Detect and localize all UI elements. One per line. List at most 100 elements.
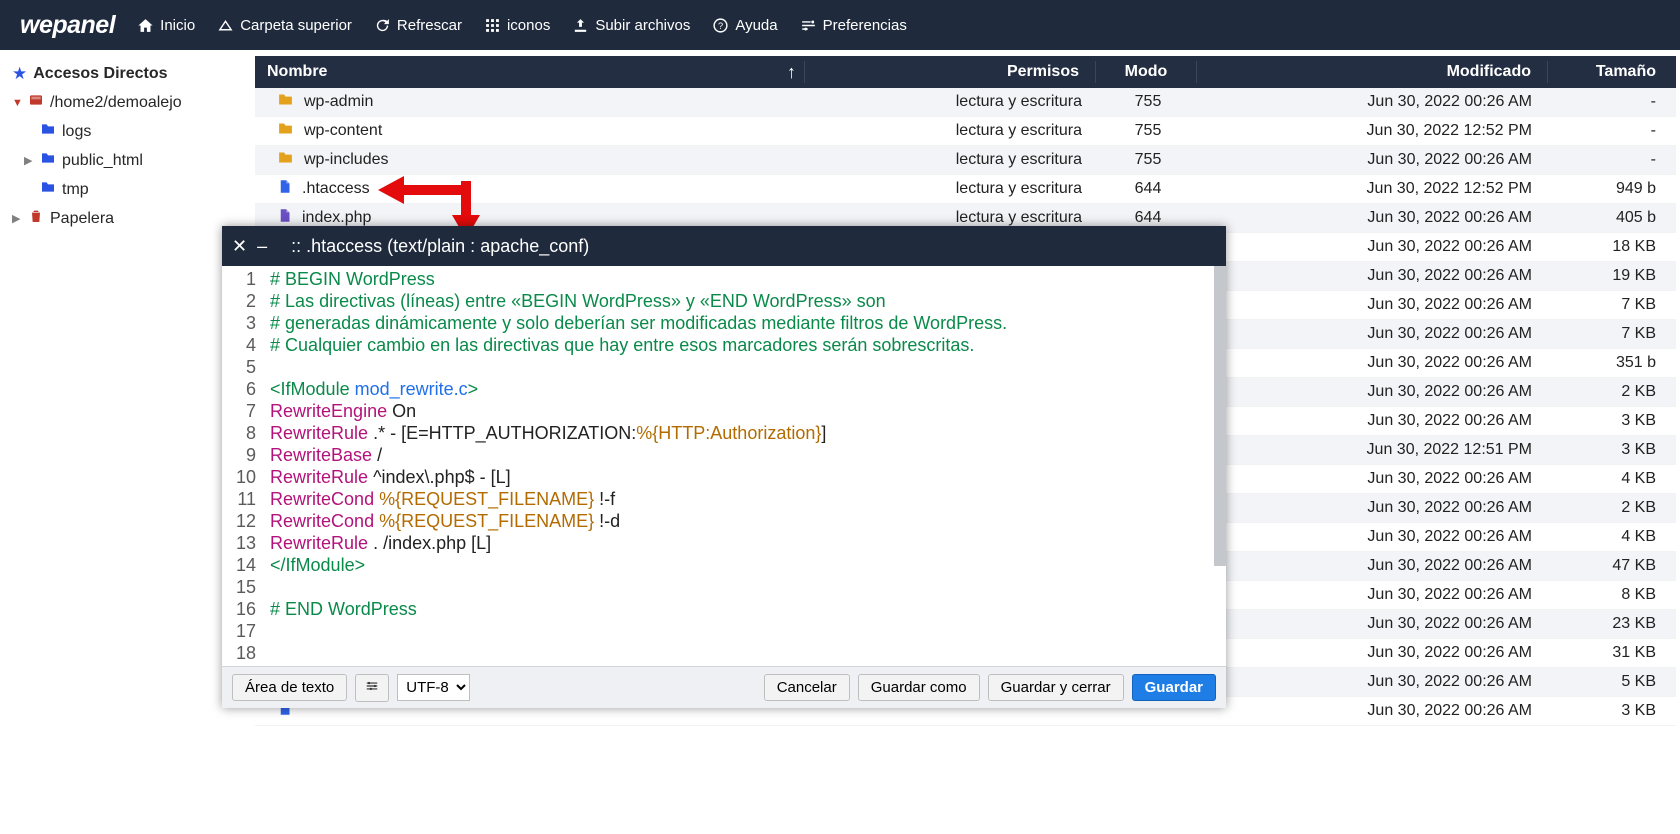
file-mode: 755 bbox=[1098, 151, 1198, 169]
nav-up[interactable]: Carpeta superior bbox=[217, 17, 352, 34]
star-icon: ★ bbox=[12, 64, 27, 84]
file-modified: Jun 30, 2022 00:26 AM bbox=[1198, 557, 1548, 575]
sidebar-root[interactable]: ▼ /home2/demoalejo bbox=[6, 88, 242, 117]
file-size: 18 KB bbox=[1548, 238, 1676, 256]
file-modified: Jun 30, 2022 00:26 AM bbox=[1198, 586, 1548, 604]
file-size: - bbox=[1548, 151, 1676, 169]
file-modified: Jun 30, 2022 00:26 AM bbox=[1198, 499, 1548, 517]
nav-icons[interactable]: iconos bbox=[484, 17, 550, 34]
encoding-select[interactable]: UTF-8 bbox=[397, 674, 470, 701]
file-size: 19 KB bbox=[1548, 267, 1676, 285]
sidebar-item-label: logs bbox=[62, 123, 91, 141]
file-perm: lectura y escritura bbox=[808, 180, 1098, 198]
up-icon bbox=[217, 17, 234, 34]
grid-icon bbox=[484, 17, 501, 34]
code-editor[interactable]: 123456789101112131415161718 # BEGIN Word… bbox=[222, 266, 1226, 666]
file-modified: Jun 30, 2022 00:26 AM bbox=[1198, 325, 1548, 343]
nav-upload[interactable]: Subir archivos bbox=[572, 17, 690, 34]
file-perm: lectura y escritura bbox=[808, 93, 1098, 111]
file-modified: Jun 30, 2022 12:52 PM bbox=[1198, 180, 1548, 198]
file-modified: Jun 30, 2022 00:26 AM bbox=[1198, 528, 1548, 546]
table-header: Nombre ↑ Permisos Modo Modificado Tamaño bbox=[255, 56, 1676, 88]
save-as-button[interactable]: Guardar como bbox=[858, 674, 980, 701]
folder-icon bbox=[40, 121, 56, 142]
nav-help-label: Ayuda bbox=[735, 17, 777, 34]
refresh-icon bbox=[374, 17, 391, 34]
sort-icon: ↑ bbox=[787, 62, 796, 83]
file-modified: Jun 30, 2022 00:26 AM bbox=[1198, 267, 1548, 285]
file-name: wp-includes bbox=[304, 151, 388, 169]
scrollbar[interactable] bbox=[1214, 266, 1226, 566]
file-modified: Jun 30, 2022 00:26 AM bbox=[1198, 209, 1548, 227]
col-name[interactable]: Nombre ↑ bbox=[255, 62, 804, 83]
file-icon bbox=[277, 178, 292, 200]
table-row[interactable]: wp-admin lectura y escritura755Jun 30, 20… bbox=[255, 88, 1676, 117]
editor-dialog: ✕ – :: .htaccess (text/plain : apache_co… bbox=[222, 226, 1226, 708]
file-size: 7 KB bbox=[1548, 325, 1676, 343]
col-name-label: Nombre bbox=[267, 63, 327, 81]
code-area[interactable]: # BEGIN WordPress # Las directivas (líne… bbox=[264, 266, 1007, 666]
col-size[interactable]: Tamaño bbox=[1548, 63, 1676, 81]
file-name: .htaccess bbox=[302, 180, 370, 198]
nav-help[interactable]: ? Ayuda bbox=[712, 17, 777, 34]
close-icon[interactable]: ✕ bbox=[232, 236, 247, 257]
file-modified: Jun 30, 2022 00:26 AM bbox=[1198, 644, 1548, 662]
sidebar-trash-label: Papelera bbox=[50, 210, 114, 228]
save-close-button[interactable]: Guardar y cerrar bbox=[988, 674, 1124, 701]
folder-icon bbox=[277, 91, 294, 113]
file-modified: Jun 30, 2022 12:52 PM bbox=[1198, 122, 1548, 140]
file-size: 23 KB bbox=[1548, 615, 1676, 633]
disk-icon bbox=[28, 92, 44, 113]
nav-up-label: Carpeta superior bbox=[240, 17, 352, 34]
nav-refresh[interactable]: Refrescar bbox=[374, 17, 462, 34]
nav-icons-label: iconos bbox=[507, 17, 550, 34]
col-mode[interactable]: Modo bbox=[1096, 63, 1196, 81]
minimize-icon[interactable]: – bbox=[257, 236, 267, 257]
caret-right-icon: ▶ bbox=[24, 154, 34, 167]
upload-icon bbox=[572, 17, 589, 34]
table-row[interactable]: wp-includeslectura y escritura755Jun 30,… bbox=[255, 146, 1676, 175]
sliders-icon bbox=[800, 17, 817, 34]
file-modified: Jun 30, 2022 00:26 AM bbox=[1198, 615, 1548, 633]
file-size: 5 KB bbox=[1548, 673, 1676, 691]
nav-prefs[interactable]: Preferencias bbox=[800, 17, 907, 34]
home-icon bbox=[137, 17, 154, 34]
col-mod[interactable]: Modificado bbox=[1197, 63, 1547, 81]
sidebar-item-logs[interactable]: logs bbox=[6, 117, 242, 146]
save-button[interactable]: Guardar bbox=[1132, 674, 1216, 701]
file-modified: Jun 30, 2022 00:26 AM bbox=[1198, 383, 1548, 401]
sidebar-shortcuts[interactable]: ★ Accesos Directos bbox=[6, 60, 242, 88]
file-size: 2 KB bbox=[1548, 499, 1676, 517]
folder-icon bbox=[277, 120, 294, 142]
cancel-button[interactable]: Cancelar bbox=[764, 674, 850, 701]
file-size: 405 b bbox=[1548, 209, 1676, 227]
file-mode: 755 bbox=[1098, 93, 1198, 111]
brand-logo: wepanel bbox=[20, 11, 115, 40]
file-perm: lectura y escritura bbox=[808, 151, 1098, 169]
file-perm: lectura y escritura bbox=[808, 209, 1098, 227]
sidebar-trash[interactable]: ▶ Papelera bbox=[6, 204, 242, 233]
nav-prefs-label: Preferencias bbox=[823, 17, 907, 34]
file-size: 8 KB bbox=[1548, 586, 1676, 604]
textarea-toggle[interactable]: Área de texto bbox=[232, 674, 347, 701]
settings-button[interactable] bbox=[355, 674, 389, 702]
file-modified: Jun 30, 2022 00:26 AM bbox=[1198, 93, 1548, 111]
file-mode: 644 bbox=[1098, 209, 1198, 227]
file-size: 47 KB bbox=[1548, 557, 1676, 575]
file-name: wp-admin bbox=[304, 93, 373, 111]
file-modified: Jun 30, 2022 00:26 AM bbox=[1198, 354, 1548, 372]
file-size: 3 KB bbox=[1548, 702, 1676, 720]
sidebar-item-label: public_html bbox=[62, 152, 143, 170]
dialog-titlebar[interactable]: ✕ – :: .htaccess (text/plain : apache_co… bbox=[222, 226, 1226, 266]
folder-icon bbox=[277, 149, 294, 171]
nav-home[interactable]: Inicio bbox=[137, 17, 195, 34]
file-modified: Jun 30, 2022 00:26 AM bbox=[1198, 238, 1548, 256]
file-size: 4 KB bbox=[1548, 470, 1676, 488]
sidebar-item-tmp[interactable]: tmp bbox=[6, 175, 242, 204]
file-perm: lectura y escritura bbox=[808, 122, 1098, 140]
folder-icon bbox=[40, 150, 56, 171]
sidebar-item-public-html[interactable]: ▶ public_html bbox=[6, 146, 242, 175]
col-perm[interactable]: Permisos bbox=[805, 63, 1095, 81]
file-name: index.php bbox=[302, 209, 371, 227]
table-row[interactable]: wp-contentlectura y escritura755Jun 30, … bbox=[255, 117, 1676, 146]
